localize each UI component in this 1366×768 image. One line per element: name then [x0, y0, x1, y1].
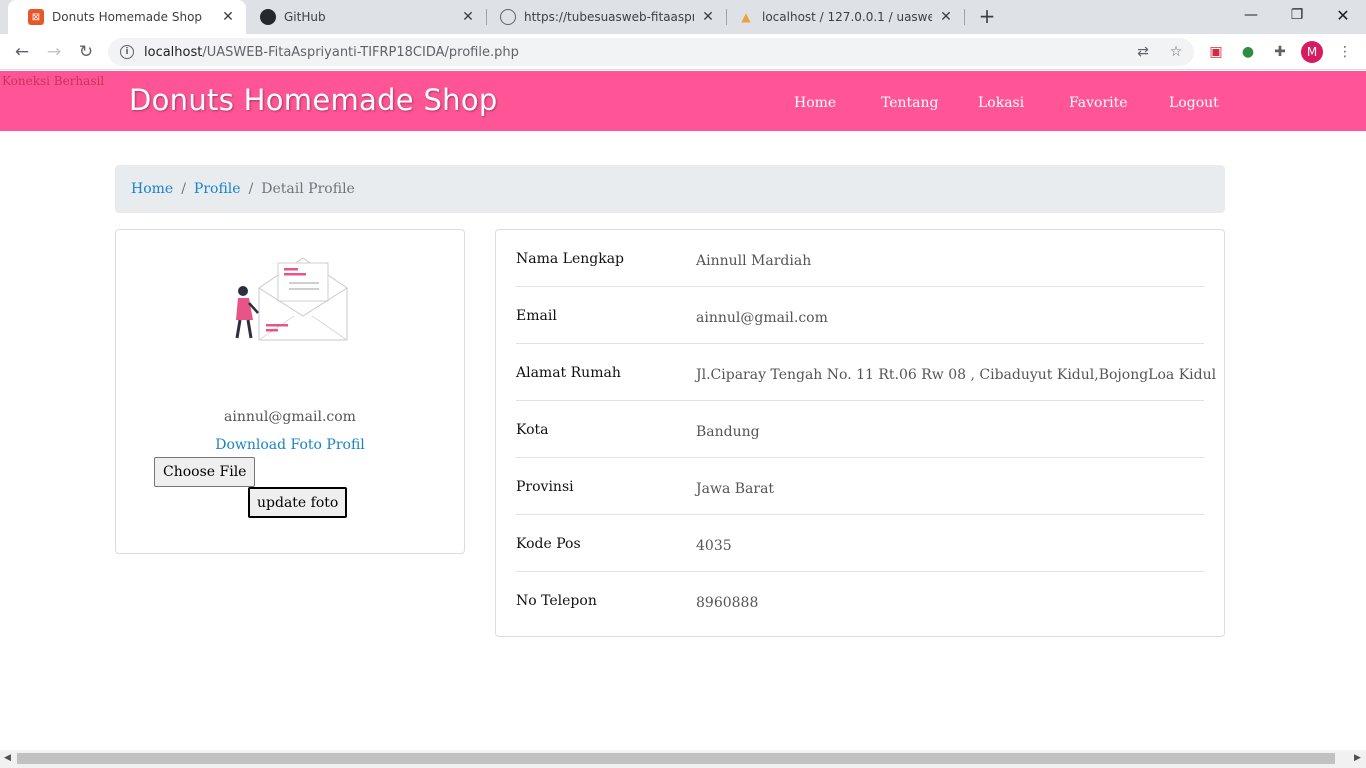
profile-email: ainnul@gmail.com: [224, 409, 356, 425]
detail-label: Provinsi: [516, 479, 574, 495]
site-info-icon[interactable]: i: [120, 45, 134, 59]
scroll-right-icon[interactable]: ▶: [1354, 753, 1361, 763]
detail-value: Ainnull Mardiah: [696, 253, 812, 269]
detail-label: Kode Pos: [516, 536, 581, 552]
detail-value: ainnul@gmail.com: [696, 310, 828, 326]
breadcrumb-home[interactable]: Home: [131, 181, 173, 197]
extensions-puzzle-icon[interactable]: ✚: [1272, 44, 1288, 60]
close-tab-icon[interactable]: ✕: [938, 9, 954, 25]
url-path: /UASWEB-FitaAspriyanti-TIFRP18CIDA/profi…: [202, 44, 519, 60]
minimize-icon[interactable]: —: [1228, 0, 1274, 30]
tab-title: localhost / 127.0.0.1 / uasweb_fita: [762, 10, 932, 24]
horizontal-scrollbar[interactable]: ◀ ▶: [0, 750, 1366, 768]
detail-label: No Telepon: [516, 593, 597, 609]
address-bar[interactable]: i localhost/UASWEB-FitaAspriyanti-TIFRP1…: [108, 38, 1194, 66]
detail-row-kode-pos: Kode Pos 4035: [516, 515, 1204, 572]
pocket-extension-icon[interactable]: ▣: [1208, 44, 1224, 60]
close-window-icon[interactable]: ✕: [1320, 0, 1366, 30]
browser-tab-strip: ⊠ Donuts Homemade Shop ✕ GitHub ✕ https:…: [0, 0, 1366, 34]
breadcrumb-profile[interactable]: Profile: [194, 181, 241, 197]
breadcrumb: Home / Profile / Detail Profile: [115, 165, 1225, 213]
phpmyadmin-favicon-icon: ▲: [741, 10, 751, 24]
update-photo-button[interactable]: update foto: [248, 487, 348, 518]
new-tab-button[interactable]: +: [976, 4, 998, 28]
connection-status-text: Koneksi Berhasil: [2, 74, 105, 88]
tab-donuts-shop[interactable]: ⊠ Donuts Homemade Shop ✕: [8, 0, 246, 34]
tab-phpmyadmin[interactable]: ▲ localhost / 127.0.0.1 / uasweb_fita ✕: [726, 0, 964, 34]
forward-arrow-icon[interactable]: →: [41, 39, 67, 65]
nav-link-tentang[interactable]: Tentang: [881, 95, 939, 111]
scrollbar-thumb[interactable]: [17, 753, 1335, 764]
tab-tubesuasweb[interactable]: https://tubesuasweb-fitaaspriyan ✕: [486, 0, 726, 34]
site-brand[interactable]: Donuts Homemade Shop: [129, 83, 498, 117]
profile-details-card: Nama Lengkap Ainnull Mardiah Email ainnu…: [495, 229, 1225, 637]
tab-title: https://tubesuasweb-fitaaspriyan: [524, 10, 694, 24]
nav-link-logout[interactable]: Logout: [1169, 95, 1219, 111]
nav-link-lokasi[interactable]: Lokasi: [978, 95, 1024, 111]
detail-value: 8960888: [696, 595, 759, 611]
detail-value: Jawa Barat: [696, 481, 775, 497]
detail-label: Nama Lengkap: [516, 251, 625, 267]
back-arrow-icon[interactable]: ←: [9, 39, 35, 65]
url-host: localhost: [144, 44, 203, 60]
breadcrumb-separator: /: [181, 181, 186, 197]
detail-row-email: Email ainnul@gmail.com: [516, 287, 1204, 344]
bookmark-star-icon[interactable]: ☆: [1168, 44, 1184, 60]
globe-favicon-icon: [500, 9, 516, 25]
detail-value: Bandung: [696, 424, 760, 440]
detail-row-provinsi: Provinsi Jawa Barat: [516, 458, 1204, 515]
close-tab-icon[interactable]: ✕: [700, 9, 716, 25]
choose-file-button[interactable]: Choose File: [154, 457, 256, 487]
site-navbar: Donuts Homemade Shop Home Tentang Lokasi…: [0, 71, 1366, 131]
download-photo-link[interactable]: Download Foto Profil: [116, 437, 464, 453]
reload-icon[interactable]: ↻: [73, 39, 99, 65]
detail-row-alamat: Alamat Rumah Jl.Ciparay Tengah No. 11 Rt…: [516, 344, 1216, 401]
profile-avatar[interactable]: M: [1301, 41, 1323, 63]
detail-value: 4035: [696, 538, 732, 554]
close-tab-icon[interactable]: ✕: [460, 9, 476, 25]
browser-menu-icon[interactable]: ⋮: [1337, 44, 1353, 60]
detail-row-nama: Nama Lengkap Ainnull Mardiah: [516, 230, 1204, 287]
translate-icon[interactable]: ⇄: [1135, 44, 1151, 60]
globe-extension-icon[interactable]: ●: [1240, 44, 1256, 60]
tab-separator: [964, 9, 965, 25]
tab-github[interactable]: GitHub ✕: [246, 0, 486, 34]
detail-row-telepon: No Telepon 8960888: [516, 572, 1204, 629]
scroll-left-icon[interactable]: ◀: [4, 753, 11, 763]
close-tab-icon[interactable]: ✕: [220, 9, 236, 25]
detail-row-kota: Kota Bandung: [516, 401, 1204, 458]
github-favicon-icon: [260, 9, 276, 25]
tab-title: GitHub: [284, 10, 326, 24]
nav-link-home[interactable]: Home: [794, 95, 836, 111]
profile-illustration: [235, 258, 348, 341]
browser-toolbar: ← → ↻ i localhost/UASWEB-FitaAspriyanti-…: [0, 34, 1366, 70]
detail-value: Jl.Ciparay Tengah No. 11 Rt.06 Rw 08 , C…: [696, 367, 1217, 383]
detail-label: Alamat Rumah: [516, 365, 621, 381]
detail-label: Email: [516, 308, 557, 324]
profile-photo-card: ainnul@gmail.com Download Foto Profil Ch…: [115, 229, 465, 554]
nav-link-favorite[interactable]: Favorite: [1069, 95, 1128, 111]
detail-label: Kota: [516, 422, 549, 438]
xampp-favicon-icon: ⊠: [28, 9, 44, 25]
breadcrumb-current: Detail Profile: [261, 181, 355, 197]
tab-title: Donuts Homemade Shop: [52, 10, 203, 24]
breadcrumb-separator: /: [248, 181, 254, 197]
restore-window-icon[interactable]: ❐: [1274, 0, 1320, 30]
